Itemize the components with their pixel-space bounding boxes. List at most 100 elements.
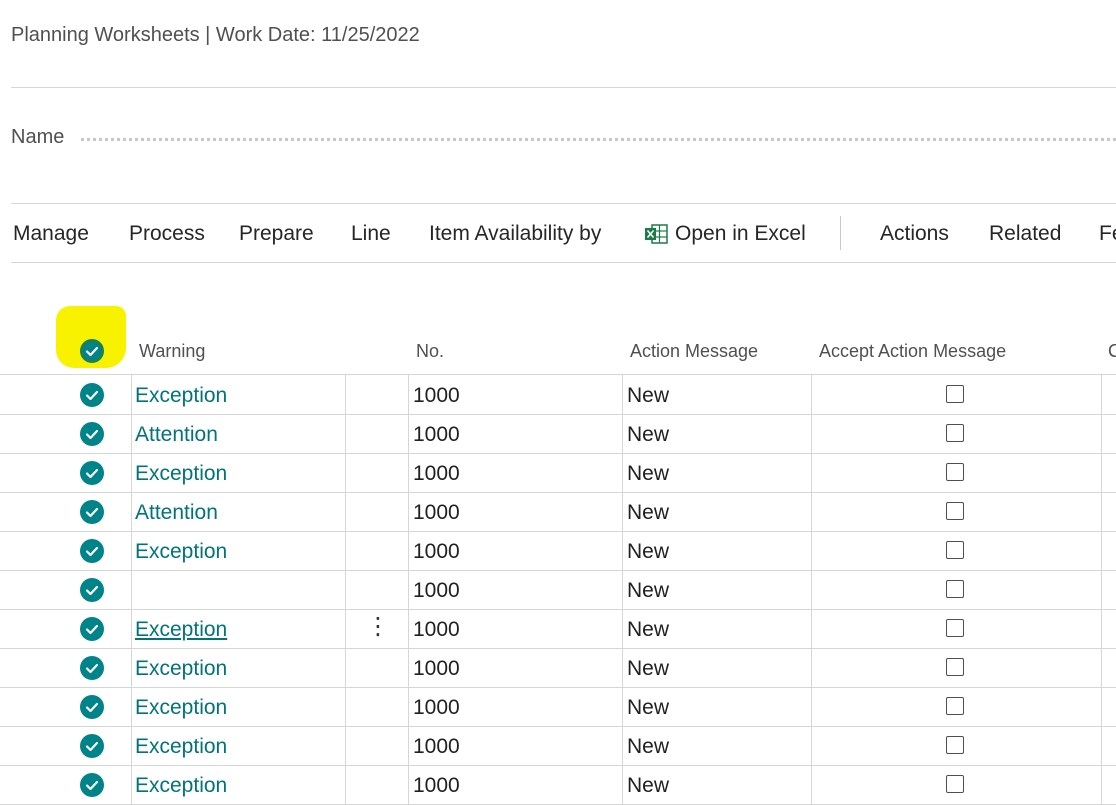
row-status-checkmark-icon[interactable]	[80, 383, 104, 407]
cell-divider	[345, 726, 346, 765]
action-message-cell[interactable]: New	[627, 696, 669, 720]
action-bar: Manage Process Prepare Line Item Availab…	[0, 204, 1116, 262]
cell-divider	[622, 765, 623, 804]
action-message-cell[interactable]: New	[627, 423, 669, 447]
table-row[interactable]: Exception 1000 New	[0, 375, 1116, 415]
column-header-warning[interactable]: Warning	[139, 341, 205, 362]
table-row[interactable]: Exception 1000 New	[0, 765, 1116, 805]
cell-divider	[1101, 609, 1102, 648]
cell-divider	[345, 687, 346, 726]
cell-divider	[345, 570, 346, 609]
column-header-no[interactable]: No.	[416, 341, 444, 362]
warning-link[interactable]: Exception	[135, 462, 227, 486]
cell-divider	[131, 453, 132, 492]
row-status-checkmark-icon[interactable]	[80, 500, 104, 524]
action-message-cell[interactable]: New	[627, 579, 669, 603]
accept-action-message-checkbox[interactable]	[946, 697, 964, 715]
action-message-cell[interactable]: New	[627, 501, 669, 525]
warning-link[interactable]: Exception	[135, 384, 227, 408]
column-header-action-message[interactable]: Action Message	[630, 341, 758, 362]
accept-action-message-checkbox[interactable]	[946, 424, 964, 442]
cell-divider	[131, 609, 132, 648]
item-no-cell[interactable]: 1000	[413, 540, 460, 564]
open-in-excel-button[interactable]: Open in Excel	[645, 222, 806, 246]
item-no-cell[interactable]: 1000	[413, 657, 460, 681]
cell-divider	[345, 492, 346, 531]
table-row[interactable]: Exception ⋮ 1000 New	[0, 609, 1116, 649]
item-no-cell[interactable]: 1000	[413, 618, 460, 642]
accept-action-message-checkbox[interactable]	[946, 463, 964, 481]
action-related[interactable]: Related	[989, 222, 1061, 246]
warning-link[interactable]: Exception	[135, 696, 227, 720]
accept-action-message-checkbox[interactable]	[946, 580, 964, 598]
action-process[interactable]: Process	[129, 222, 205, 246]
column-header-accept-action-message[interactable]: Accept Action Message	[819, 341, 1006, 362]
item-no-cell[interactable]: 1000	[413, 774, 460, 798]
action-manage[interactable]: Manage	[13, 222, 89, 246]
accept-action-message-checkbox[interactable]	[946, 736, 964, 754]
item-no-cell[interactable]: 1000	[413, 462, 460, 486]
cell-divider	[345, 375, 346, 414]
row-status-checkmark-icon[interactable]	[80, 578, 104, 602]
accept-action-message-checkbox[interactable]	[946, 502, 964, 520]
accept-action-message-checkbox[interactable]	[946, 385, 964, 403]
table-row[interactable]: Attention 1000 New	[0, 414, 1116, 454]
accept-action-message-checkbox[interactable]	[946, 775, 964, 793]
item-no-cell[interactable]: 1000	[413, 735, 460, 759]
row-status-checkmark-icon[interactable]	[80, 695, 104, 719]
row-status-checkmark-icon[interactable]	[80, 617, 104, 641]
action-more[interactable]: Fe	[1099, 222, 1116, 246]
column-header-next[interactable]: C	[1108, 341, 1116, 362]
cell-divider	[131, 570, 132, 609]
item-no-cell[interactable]: 1000	[413, 579, 460, 603]
action-message-cell[interactable]: New	[627, 384, 669, 408]
cell-divider	[408, 414, 409, 453]
table-row[interactable]: Exception 1000 New	[0, 687, 1116, 727]
warning-link[interactable]: Attention	[135, 501, 218, 525]
cell-divider	[131, 531, 132, 570]
warning-link[interactable]: Exception	[135, 540, 227, 564]
row-status-checkmark-icon[interactable]	[80, 734, 104, 758]
item-no-cell[interactable]: 1000	[413, 384, 460, 408]
warning-link[interactable]: Exception	[135, 735, 227, 759]
action-prepare[interactable]: Prepare	[239, 222, 314, 246]
cell-divider	[131, 414, 132, 453]
action-message-cell[interactable]: New	[627, 735, 669, 759]
action-actions[interactable]: Actions	[880, 222, 949, 246]
row-status-checkmark-icon[interactable]	[80, 656, 104, 680]
accept-action-message-checkbox[interactable]	[946, 619, 964, 637]
row-status-checkmark-icon[interactable]	[80, 773, 104, 797]
row-status-checkmark-icon[interactable]	[80, 422, 104, 446]
cell-divider	[408, 648, 409, 687]
action-message-cell[interactable]: New	[627, 540, 669, 564]
item-no-cell[interactable]: 1000	[413, 501, 460, 525]
item-no-cell[interactable]: 1000	[413, 423, 460, 447]
row-status-checkmark-icon[interactable]	[80, 461, 104, 485]
warning-link[interactable]: Attention	[135, 423, 218, 447]
table-row[interactable]: Exception 1000 New	[0, 648, 1116, 688]
action-item-availability-by[interactable]: Item Availability by	[429, 222, 601, 246]
row-menu-ellipsis-icon[interactable]: ⋮	[366, 615, 390, 639]
table-row[interactable]: 1000 New	[0, 570, 1116, 610]
cell-divider	[131, 765, 132, 804]
table-row[interactable]: Attention 1000 New	[0, 492, 1116, 532]
item-no-cell[interactable]: 1000	[413, 696, 460, 720]
cell-divider	[811, 375, 812, 414]
action-message-cell[interactable]: New	[627, 462, 669, 486]
warning-link[interactable]: Exception	[135, 657, 227, 681]
accept-action-message-checkbox[interactable]	[946, 658, 964, 676]
warning-link[interactable]: Exception	[135, 774, 227, 798]
table-row[interactable]: Exception 1000 New	[0, 453, 1116, 493]
action-message-cell[interactable]: New	[627, 618, 669, 642]
action-line[interactable]: Line	[351, 222, 391, 246]
table-row[interactable]: Exception 1000 New	[0, 726, 1116, 766]
table-row[interactable]: Exception 1000 New	[0, 531, 1116, 571]
name-field[interactable]: Name	[11, 124, 1116, 154]
cell-divider	[811, 531, 812, 570]
row-status-checkmark-icon[interactable]	[80, 539, 104, 563]
name-input-dotted-line[interactable]	[81, 138, 1116, 141]
warning-link[interactable]: Exception	[135, 618, 227, 642]
accept-action-message-checkbox[interactable]	[946, 541, 964, 559]
action-message-cell[interactable]: New	[627, 657, 669, 681]
action-message-cell[interactable]: New	[627, 774, 669, 798]
